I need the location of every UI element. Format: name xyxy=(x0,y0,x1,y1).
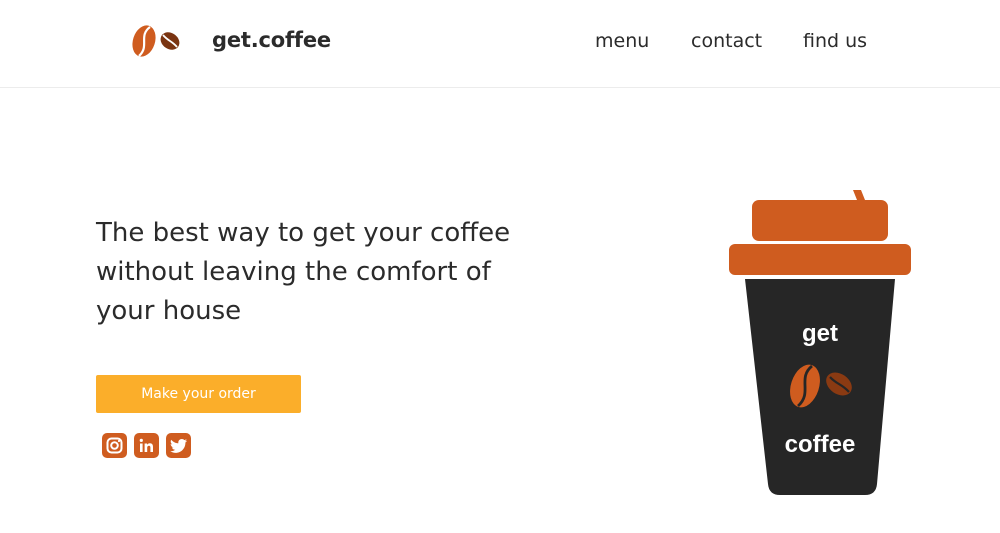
twitter-icon[interactable] xyxy=(166,433,191,458)
cup-top-text: get xyxy=(802,320,838,347)
make-order-button[interactable]: Make your order xyxy=(96,375,301,413)
brand-name[interactable]: get.coffee xyxy=(212,28,331,52)
coffee-beans-icon[interactable] xyxy=(130,22,182,60)
hero-headline: The best way to get your coffee without … xyxy=(96,218,511,326)
instagram-icon[interactable] xyxy=(102,433,127,458)
nav-link-menu[interactable]: menu xyxy=(595,30,649,52)
cup-bottom-text: coffee xyxy=(785,431,856,458)
coffee-cup-illustration: get coffee xyxy=(729,190,911,495)
linkedin-icon[interactable] xyxy=(134,433,159,458)
site-header: get.coffee menu contact find us xyxy=(0,0,1000,88)
social-links xyxy=(102,433,191,458)
nav-link-find-us[interactable]: find us xyxy=(803,30,867,52)
nav-link-contact[interactable]: contact xyxy=(691,30,762,52)
